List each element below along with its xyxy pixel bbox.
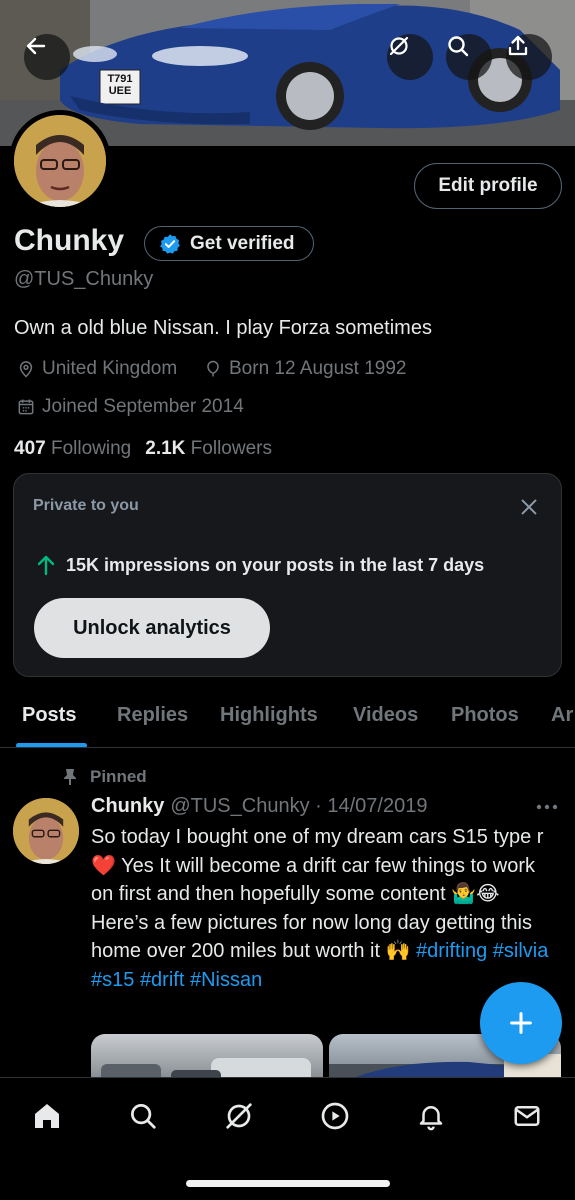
post-handle-date: @TUS_Chunky · 14/07/2019	[170, 795, 428, 817]
analytics-card: Private to you 15K impressions on your p…	[13, 473, 562, 677]
more-dots-icon	[536, 804, 558, 810]
share-button[interactable]	[506, 34, 552, 80]
followers-link[interactable]: 2.1K Followers	[145, 438, 272, 460]
unlock-analytics-button[interactable]: Unlock analytics	[34, 598, 270, 658]
tab-replies[interactable]: Replies	[117, 704, 188, 727]
heart-emoji: ❤️	[91, 854, 116, 877]
compose-post-button[interactable]	[480, 982, 562, 1064]
get-verified-label: Get verified	[190, 232, 295, 254]
tab-articles[interactable]: Ar	[551, 704, 573, 727]
tab-posts[interactable]: Posts	[22, 704, 76, 727]
video-icon	[321, 1102, 349, 1130]
joined-row: Joined September 2014	[16, 396, 244, 418]
nav-home[interactable]	[27, 1096, 67, 1136]
back-button[interactable]	[24, 34, 70, 80]
followers-label: Followers	[190, 438, 272, 459]
tab-videos[interactable]: Videos	[353, 704, 418, 727]
grok-icon	[389, 36, 409, 56]
back-icon	[26, 37, 46, 55]
verified-badge-icon	[160, 233, 180, 254]
location-text: United Kingdom	[42, 358, 178, 379]
hashtag-s15[interactable]: #s15	[91, 969, 134, 991]
impressions-row: 15K impressions on your posts in the las…	[36, 554, 484, 576]
post-text: So today I bought one of my dream cars S…	[91, 823, 551, 994]
balloon-icon	[207, 360, 219, 377]
avatar-image	[14, 115, 106, 207]
post-header: Chunky @TUS_Chunky · 14/07/2019	[91, 795, 427, 818]
joined-text: Joined September 2014	[42, 396, 244, 417]
grok-button[interactable]	[387, 34, 433, 80]
location-pin-icon	[19, 361, 33, 378]
follow-counts: 407 Following 2.1K Followers	[14, 438, 272, 460]
tab-highlights[interactable]: Highlights	[220, 704, 318, 727]
following-label: Following	[50, 438, 132, 459]
search-button[interactable]	[446, 34, 492, 80]
pinned-label: Pinned	[90, 767, 147, 786]
birthday-text: Born 12 August 1992	[229, 358, 407, 379]
birthday-row: Born 12 August 1992	[203, 358, 406, 380]
notifications-icon	[419, 1106, 443, 1131]
search-icon	[131, 1104, 156, 1129]
grok-icon	[226, 1103, 252, 1129]
edit-profile-button[interactable]: Edit profile	[414, 163, 562, 209]
search-icon	[448, 36, 469, 57]
profile-handle: @TUS_Chunky	[14, 268, 154, 290]
shrug-emoji: 🤷‍♂️	[451, 883, 477, 905]
calendar-icon	[18, 399, 34, 415]
impressions-text: 15K impressions on your posts in the las…	[66, 554, 485, 575]
license-plate: T791 UEE	[107, 73, 133, 97]
messages-icon	[514, 1106, 540, 1126]
followers-count: 2.1K	[145, 438, 186, 459]
pinned-indicator: Pinned	[62, 767, 147, 787]
pin-icon	[64, 769, 76, 785]
nav-notifications[interactable]	[411, 1096, 451, 1136]
following-count: 407	[14, 438, 46, 459]
laugh-emoji: 😂	[476, 883, 500, 905]
arrow-up-icon	[37, 555, 55, 576]
hashtag-silvia[interactable]: #silvia	[493, 940, 549, 962]
hashtag-nissan[interactable]: #Nissan	[190, 969, 262, 991]
home-indicator	[186, 1180, 390, 1187]
nav-grok[interactable]	[219, 1096, 259, 1136]
location-row: United Kingdom	[16, 358, 177, 380]
post-author-name[interactable]: Chunky	[91, 795, 164, 818]
hashtag-drifting[interactable]: #drifting	[416, 940, 487, 962]
profile-avatar[interactable]	[9, 110, 111, 212]
close-icon	[521, 499, 537, 515]
post-text-part1: So today I bought one of my dream cars S…	[91, 826, 544, 848]
post-more-button[interactable]	[536, 798, 558, 816]
nav-video[interactable]	[315, 1096, 355, 1136]
dismiss-card-button[interactable]	[518, 496, 540, 523]
tab-photos[interactable]: Photos	[451, 704, 519, 727]
get-verified-button[interactable]: Get verified	[144, 226, 314, 261]
plus-icon	[510, 1012, 532, 1034]
nav-messages[interactable]	[507, 1096, 547, 1136]
post-author-avatar[interactable]	[13, 798, 79, 864]
profile-bio: Own a old blue Nissan. I play Forza some…	[14, 317, 432, 339]
following-link[interactable]: 407 Following	[14, 438, 131, 460]
share-icon	[508, 35, 528, 56]
private-label: Private to you	[33, 497, 139, 514]
profile-name: Chunky	[14, 224, 125, 257]
active-tab-indicator	[16, 743, 87, 747]
nav-search[interactable]	[123, 1096, 163, 1136]
home-icon	[35, 1104, 59, 1128]
profile-tabs: Posts Replies Highlights Videos Photos A…	[0, 692, 575, 748]
raised-hands-emoji: 🙌	[385, 940, 411, 962]
hashtag-drift[interactable]: #drift	[140, 969, 184, 991]
